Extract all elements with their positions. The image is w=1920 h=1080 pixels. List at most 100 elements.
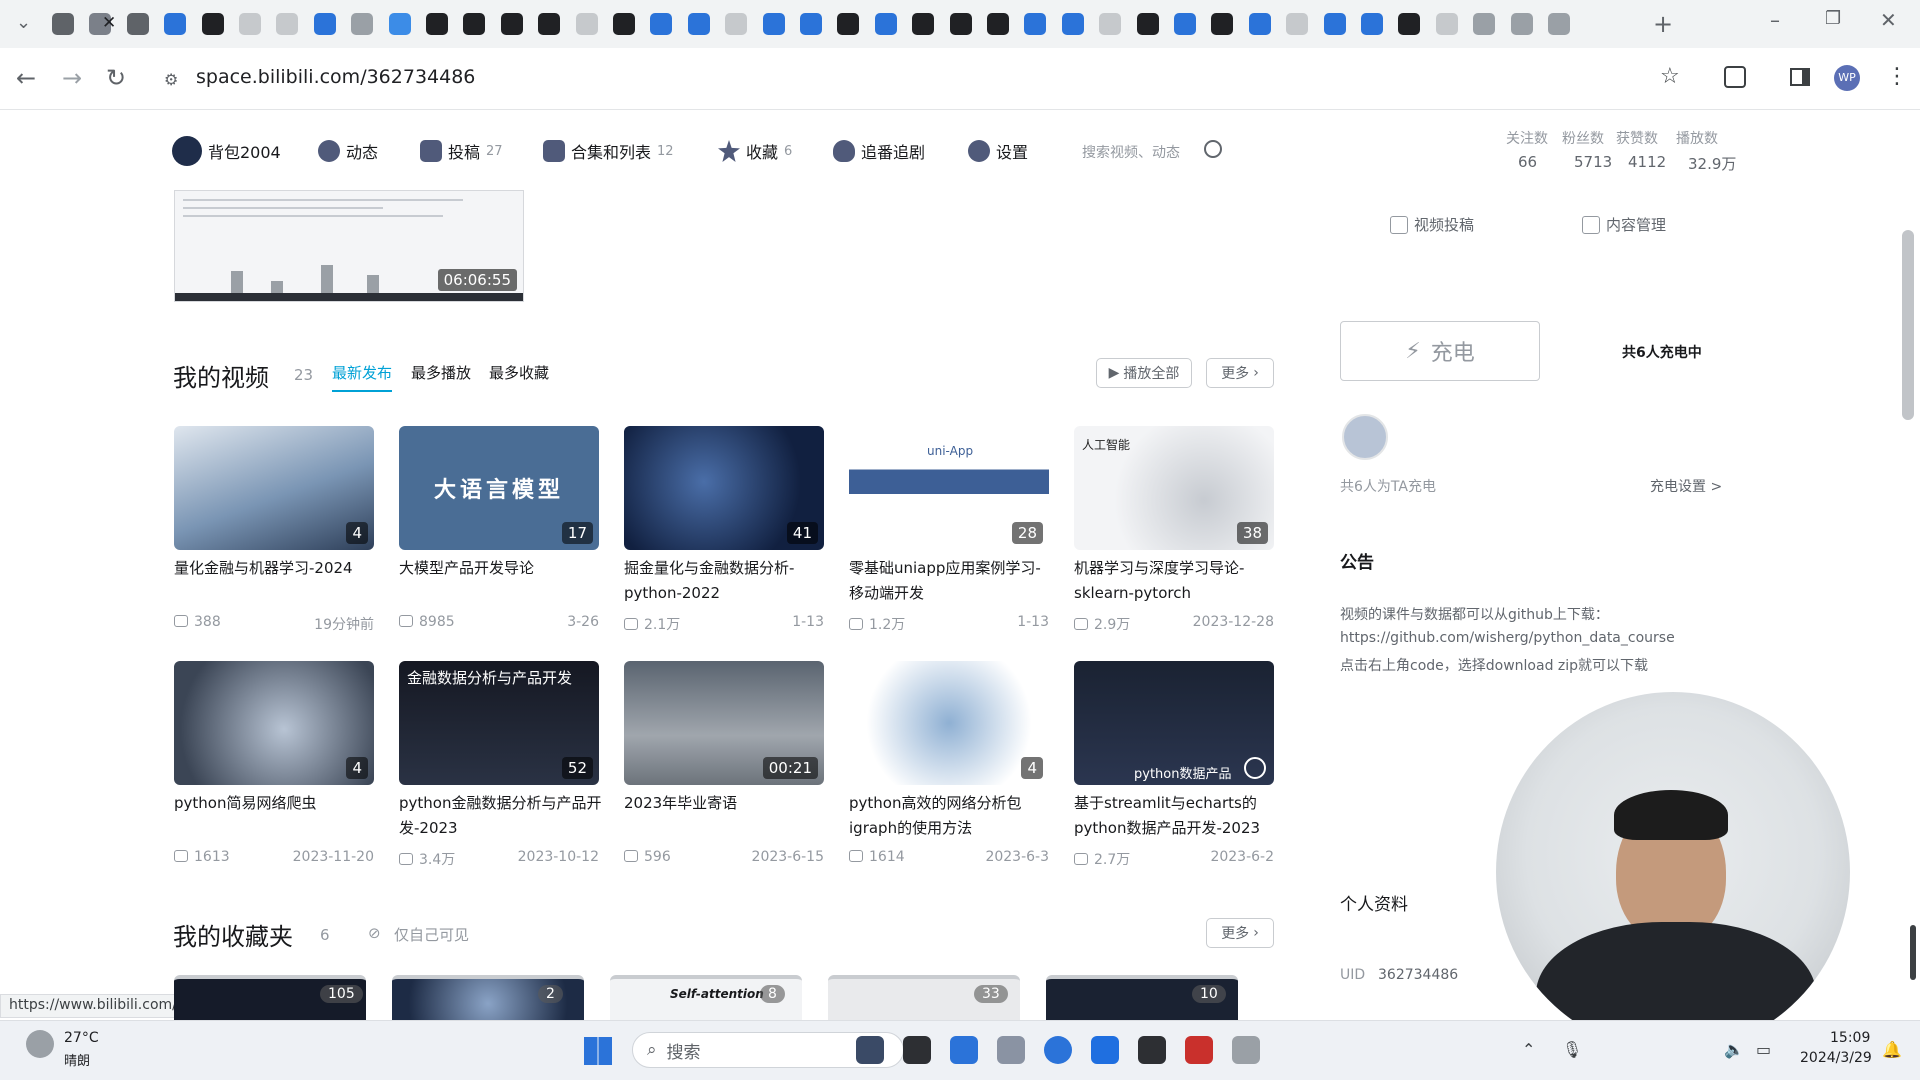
video-thumbnail[interactable]: 金融数据分析与产品开发 52 — [399, 661, 599, 785]
browser-tab-icon[interactable] — [164, 13, 187, 35]
videos-more-button[interactable]: 更多 › — [1206, 358, 1274, 388]
video-title[interactable]: 基于streamlit与echarts的python数据产品开发-2023 — [1074, 791, 1279, 841]
favorite-folder-card[interactable]: 2 — [392, 975, 584, 1020]
new-tab-button[interactable]: + — [1653, 10, 1673, 38]
browser-tab-icon[interactable] — [463, 13, 486, 35]
clock-date[interactable]: 2024/3/29 — [1800, 1050, 1872, 1066]
clock-time[interactable]: 15:09 — [1830, 1030, 1870, 1046]
favorite-folder-card[interactable]: 105 — [174, 975, 366, 1020]
browser-tab-icon[interactable] — [1286, 13, 1309, 35]
taskbar-app-icon[interactable] — [1232, 1036, 1260, 1064]
browser-tab-icon[interactable] — [1548, 13, 1570, 35]
content-manage-link[interactable]: 内容管理 — [1582, 214, 1666, 235]
taskbar-app-icon[interactable] — [1044, 1036, 1072, 1064]
favorite-folder-card[interactable]: 33 — [828, 975, 1020, 1020]
video-thumbnail[interactable]: 41 — [624, 426, 824, 550]
tab-most-favorited[interactable]: 最多收藏 — [489, 362, 549, 383]
taskbar-app-icon[interactable] — [1138, 1036, 1166, 1064]
space-search-input[interactable]: 搜索视频、动态 — [1082, 142, 1180, 162]
nav-uploads[interactable]: 投稿 27 — [420, 138, 503, 164]
play-all-button[interactable]: ▶ 播放全部 — [1096, 358, 1192, 388]
side-panel-icon[interactable] — [1790, 68, 1810, 86]
reload-icon[interactable]: ↻ — [106, 64, 126, 92]
tray-chevron-icon[interactable]: ⌃ — [1522, 1040, 1535, 1059]
forward-icon[interactable]: → — [62, 64, 82, 92]
favorites-more-button[interactable]: 更多 › — [1206, 918, 1274, 948]
tab-latest[interactable]: 最新发布 — [332, 362, 392, 383]
browser-tab-icon[interactable] — [575, 13, 598, 35]
supporter-avatar[interactable] — [1342, 414, 1388, 460]
search-icon[interactable] — [1204, 140, 1222, 158]
browser-tab-icon[interactable] — [1174, 13, 1196, 35]
speaker-icon[interactable]: 🔈 — [1724, 1040, 1744, 1059]
browser-tab-icon[interactable] — [276, 13, 299, 35]
video-thumbnail[interactable]: python数据产品 — [1074, 661, 1274, 785]
nav-home[interactable]: 背包2004 — [172, 136, 281, 166]
video-title[interactable]: 掘金量化与金融数据分析-python-2022 — [624, 556, 829, 606]
taskbar-app-icon[interactable] — [950, 1036, 978, 1064]
browser-tab-icon[interactable] — [800, 13, 822, 35]
browser-tab-icon[interactable] — [1473, 13, 1496, 35]
browser-tab-icon[interactable] — [500, 13, 523, 35]
browser-tab-icon[interactable] — [126, 13, 149, 35]
taskbar-app-icon[interactable] — [903, 1036, 931, 1064]
browser-tab-icon[interactable] — [201, 13, 224, 35]
browser-tab-icon[interactable] — [1024, 13, 1047, 35]
browser-tab-icon[interactable] — [912, 13, 935, 35]
notification-bell-icon[interactable]: 🔔 — [1882, 1040, 1902, 1059]
video-thumbnail[interactable]: 大语言模型 17 — [399, 426, 599, 550]
video-title[interactable]: python高效的网络分析包igraph的使用方法 — [849, 791, 1054, 841]
taskbar-app-icon[interactable] — [1091, 1036, 1119, 1064]
video-thumbnail[interactable]: 00:21 — [624, 661, 824, 785]
nav-dynamic[interactable]: 动态 — [318, 138, 378, 164]
bookmark-star-icon[interactable]: ☆ — [1660, 64, 1680, 89]
video-title[interactable]: 零基础uniapp应用案例学习-移动端开发 — [849, 556, 1054, 606]
browser-tab-icon[interactable] — [388, 13, 411, 35]
video-title[interactable]: 大模型产品开发导论 — [399, 556, 604, 581]
tab-most-played[interactable]: 最多播放 — [411, 362, 471, 383]
browser-tab-icon[interactable] — [725, 13, 748, 35]
browser-tab-icon[interactable] — [538, 13, 561, 35]
browser-tab-icon[interactable] — [874, 13, 897, 35]
profile-avatar[interactable]: WP — [1834, 65, 1860, 91]
taskbar-app-icon[interactable] — [997, 1036, 1025, 1064]
browser-tab-icon[interactable] — [987, 13, 1009, 35]
browser-tab-icon[interactable] — [1510, 13, 1533, 35]
close-tab-icon[interactable]: ✕ — [102, 13, 116, 33]
video-title[interactable]: 量化金融与机器学习-2024 — [174, 556, 379, 581]
taskbar-app-icon[interactable] — [856, 1036, 884, 1064]
back-icon[interactable]: ← — [16, 64, 36, 92]
charge-button[interactable]: ⚡ 充电 — [1340, 321, 1540, 381]
tab-list-chevron-icon[interactable]: ⌄ — [16, 12, 31, 33]
browser-tab-icon[interactable] — [313, 13, 336, 35]
minimize-button[interactable]: – — [1770, 8, 1780, 32]
browser-tab-icon[interactable] — [762, 13, 785, 35]
browser-tab-icon[interactable] — [613, 13, 635, 35]
video-title[interactable]: python金融数据分析与产品开发-2023 — [399, 791, 604, 841]
weather-icon[interactable] — [26, 1030, 54, 1058]
featured-video-thumbnail[interactable]: 06:06:55 — [174, 190, 524, 302]
browser-tab-icon[interactable] — [1361, 13, 1383, 35]
browser-menu-icon[interactable]: ⋮ — [1886, 64, 1908, 89]
browser-tab-icon[interactable] — [52, 13, 74, 35]
browser-tab-icon[interactable] — [1323, 13, 1346, 35]
nav-bangumi[interactable]: 追番追剧 — [833, 138, 925, 164]
taskbar-app-icon[interactable] — [1185, 1036, 1213, 1064]
page-scrollbar-lower[interactable] — [1910, 925, 1916, 980]
favorite-folder-card[interactable]: 10 — [1046, 975, 1238, 1020]
browser-tab-icon[interactable] — [1398, 13, 1421, 35]
browser-tab-icon[interactable] — [1435, 13, 1458, 35]
video-thumbnail[interactable]: 人工智能 38 — [1074, 426, 1274, 550]
browser-tab-icon[interactable] — [837, 13, 860, 35]
video-thumbnail[interactable]: 4 — [174, 661, 374, 785]
extensions-icon[interactable] — [1724, 66, 1746, 88]
favorite-folder-card[interactable]: Self-attention 8 — [610, 975, 802, 1020]
nav-collections[interactable]: 合集和列表 12 — [543, 138, 674, 164]
nav-favorites[interactable]: 收藏 6 — [718, 138, 792, 164]
browser-tab-icon[interactable] — [1136, 13, 1159, 35]
browser-tab-icon[interactable] — [687, 13, 710, 35]
browser-tab-icon[interactable] — [351, 13, 374, 35]
video-upload-link[interactable]: 视频投稿 — [1390, 214, 1474, 235]
restore-button[interactable]: ❐ — [1825, 8, 1841, 29]
page-scrollbar[interactable] — [1902, 230, 1914, 420]
